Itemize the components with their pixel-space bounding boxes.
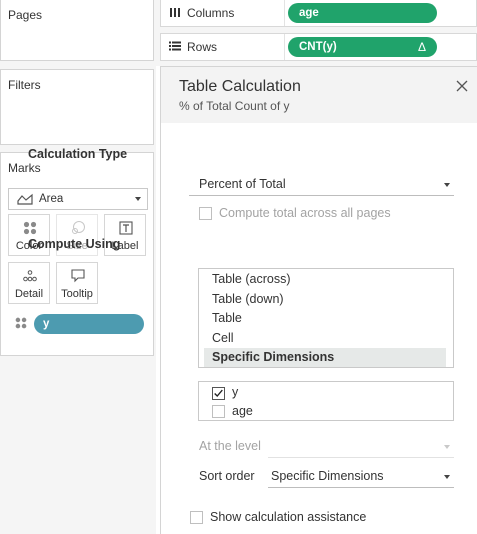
color-field-pill[interactable]: y: [34, 314, 144, 334]
shelf-divider: [284, 34, 285, 60]
compute-using-option-selected[interactable]: Specific Dimensions: [204, 348, 446, 367]
table-calc-delta-icon: Δ: [417, 40, 426, 54]
compute-using-option[interactable]: Table (down): [204, 290, 446, 309]
dimension-y-label: y: [232, 385, 239, 399]
dimension-y-checkbox[interactable]: [212, 387, 225, 400]
calculation-type-heading: Calculation Type: [28, 147, 128, 161]
detail-dots-icon: [23, 270, 37, 282]
at-the-level-dropdown: [268, 436, 454, 458]
columns-shelf-label: Columns: [169, 6, 234, 20]
at-the-level-label: At the level: [199, 439, 261, 453]
dialog-subtitle: % of Total Count of y: [179, 99, 290, 113]
columns-icon: [170, 8, 180, 17]
rows-icon: [169, 41, 181, 51]
show-calculation-assistance-checkbox[interactable]: [190, 511, 203, 524]
checkmark-icon: [214, 389, 223, 398]
sort-order-dropdown[interactable]: Specific Dimensions: [268, 466, 454, 488]
tooltip-icon: [71, 269, 85, 283]
columns-label-text: Columns: [187, 6, 235, 20]
dimension-age-checkbox[interactable]: [212, 405, 225, 418]
compute-using-option[interactable]: Cell: [204, 329, 446, 348]
sort-order-value: Specific Dimensions: [271, 469, 384, 483]
pages-title: Pages: [8, 8, 43, 22]
show-calculation-assistance-label: Show calculation assistance: [210, 510, 367, 524]
detail-button-label: Detail: [14, 288, 44, 300]
compute-using-option[interactable]: Table: [204, 309, 446, 328]
dialog-title: Table Calculation: [179, 78, 301, 95]
color-dots-icon: [15, 317, 27, 329]
specific-dimensions-list: y age: [198, 381, 454, 421]
compute-all-pages-checkbox[interactable]: [199, 207, 212, 220]
dialog-header: Table Calculation % of Total Count of y: [161, 67, 477, 123]
rows-shelf-label: Rows: [169, 40, 217, 54]
cnt-y-row-pill[interactable]: CNT(y) Δ: [288, 37, 437, 57]
detail-button[interactable]: Detail: [8, 262, 50, 304]
chevron-down-icon: [135, 197, 141, 201]
chevron-down-icon: [444, 183, 450, 187]
size-icon: [72, 221, 85, 234]
columns-shelf[interactable]: Columns age: [160, 0, 477, 27]
compute-using-option[interactable]: Table (across): [204, 270, 446, 289]
shelf-divider: [284, 0, 285, 26]
calculation-type-dropdown[interactable]: Percent of Total: [189, 174, 454, 196]
compute-using-heading: Compute Using: [28, 237, 121, 251]
filters-card[interactable]: Filters: [0, 69, 154, 145]
chevron-down-icon: [444, 445, 450, 449]
sort-order-label: Sort order: [199, 469, 255, 483]
tooltip-button-label: Tooltip: [61, 288, 93, 300]
calculation-type-value: Percent of Total: [199, 177, 286, 191]
rows-label-text: Rows: [187, 40, 218, 54]
left-panel: Pages Filters Marks Area Color Size Labe…: [0, 0, 156, 534]
marks-card: Marks Area Color Size Label Detail Toolt…: [0, 152, 154, 356]
pages-card: Pages: [0, 0, 154, 61]
area-chart-icon: [17, 193, 33, 205]
compute-all-pages-label: Compute total across all pages: [219, 206, 391, 220]
age-column-pill[interactable]: age: [288, 3, 437, 23]
marks-title: Marks: [8, 161, 41, 175]
text-label-icon: [119, 221, 133, 235]
dimension-age-label: age: [232, 404, 253, 418]
compute-using-list[interactable]: Table (across) Table (down) Table Cell S…: [198, 268, 454, 368]
tooltip-button[interactable]: Tooltip: [56, 262, 98, 304]
filters-title: Filters: [8, 78, 41, 92]
color-dots-icon: [23, 221, 37, 235]
chevron-down-icon: [444, 475, 450, 479]
close-icon[interactable]: [455, 79, 469, 93]
mark-type-dropdown[interactable]: Area: [8, 188, 148, 210]
cnt-y-pill-label: CNT(y): [299, 41, 337, 53]
mark-type-label: Area: [39, 193, 64, 205]
rows-shelf[interactable]: Rows CNT(y) Δ: [160, 33, 477, 61]
